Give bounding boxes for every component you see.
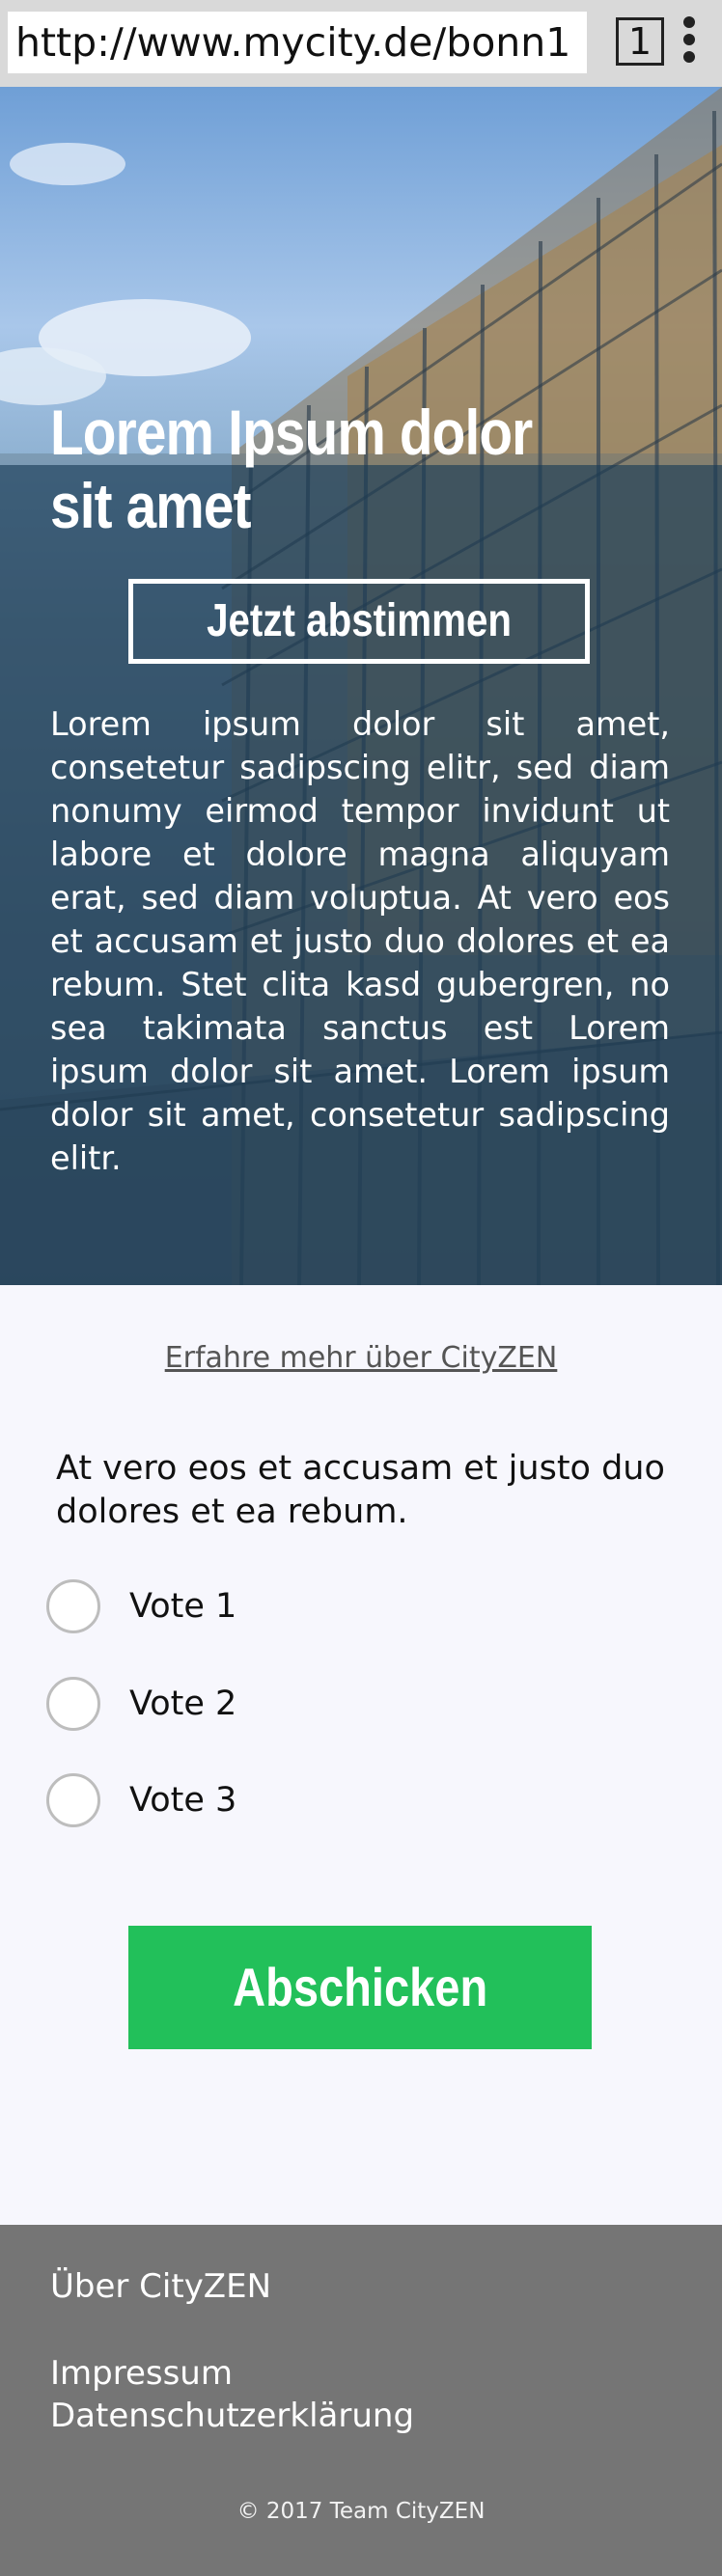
vote-option-2[interactable]: Vote 2 <box>46 1677 432 1735</box>
browser-toolbar: http://www.mycity.de/bonn1 1 <box>0 0 722 87</box>
poll-question: At vero eos et accusam et justo duo dolo… <box>56 1449 665 1531</box>
address-bar[interactable]: http://www.mycity.de/bonn1 <box>8 12 587 73</box>
radio-button[interactable] <box>46 1677 100 1731</box>
vote-now-button[interactable]: Jetzt abstimmen <box>128 579 590 664</box>
copyright-text: © 2017 Team CityZEN <box>236 2499 486 2524</box>
footer-link-about[interactable]: Über CityZEN <box>50 2265 271 2308</box>
vote-option-label: Vote 1 <box>129 1587 237 1626</box>
hero-description: Lorem ipsum dolor sit amet, consetetur s… <box>50 705 670 1177</box>
vote-option-label: Vote 2 <box>129 1685 237 1723</box>
vote-option-3[interactable]: Vote 3 <box>46 1773 432 1831</box>
vote-option-1[interactable]: Vote 1 <box>46 1579 432 1637</box>
learn-more-link[interactable]: Erfahre mehr über CityZEN <box>0 1341 722 1375</box>
vote-now-label: Jetzt abstimmen <box>207 595 512 646</box>
hero-title: Lorem Ipsum dolor sit amet <box>50 397 533 541</box>
submit-button[interactable]: Abschicken <box>128 1926 592 2049</box>
vote-option-label: Vote 3 <box>129 1781 237 1820</box>
radio-button[interactable] <box>46 1773 100 1827</box>
submit-label: Abschicken <box>232 1957 488 2017</box>
more-vertical-icon[interactable] <box>678 14 701 71</box>
tab-switcher-icon[interactable]: 1 <box>616 17 664 66</box>
radio-button[interactable] <box>46 1579 100 1633</box>
footer-link-imprint[interactable]: Impressum <box>50 2352 233 2395</box>
footer-link-privacy[interactable]: Datenschutzerklärung <box>50 2395 414 2437</box>
